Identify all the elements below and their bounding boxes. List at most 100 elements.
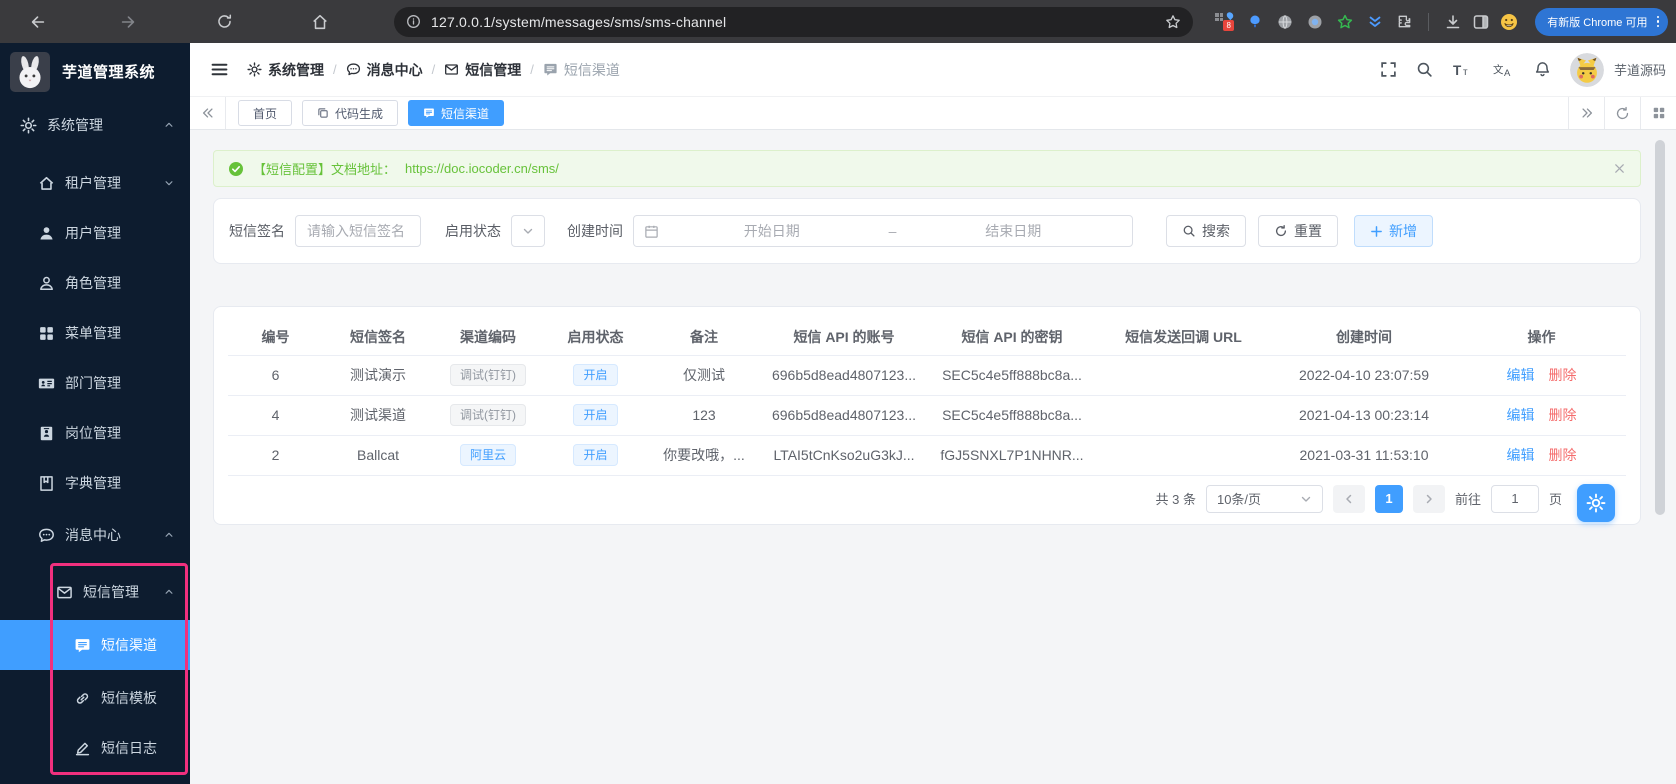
tabs-quick-nav-icon[interactable]: [1640, 97, 1676, 129]
sidebar-item-sms[interactable]: 短信管理: [0, 567, 190, 617]
breadcrumb-item-message-center[interactable]: 消息中心: [346, 60, 423, 80]
tabs-scroll-left-icon[interactable]: [190, 97, 226, 129]
sidebar-item-sms-channel[interactable]: 短信渠道: [0, 620, 190, 670]
sidebar-item-message-center[interactable]: 消息中心: [0, 510, 190, 560]
sidebar-item-sms-log[interactable]: 短信日志: [0, 723, 190, 773]
sidebar-item-post[interactable]: 岗位管理: [0, 408, 190, 458]
cell-api-secret: SEC5c4e5ff888bc8a...: [928, 395, 1096, 436]
sidebar-item-user[interactable]: 用户管理: [0, 208, 190, 258]
sidebar: 芋道管理系统 系统管理租户管理用户管理角色管理 菜单管理 部门管理 岗位管理 字典管理消…: [0, 43, 190, 784]
channel-code-tag: 调试(钉钉): [450, 364, 526, 386]
chrome-update-button[interactable]: 有新版 Chrome 可用: [1535, 7, 1668, 36]
goto-page-input[interactable]: [1490, 484, 1539, 513]
status-tag: 开启: [573, 364, 618, 386]
reset-button[interactable]: 重置: [1258, 215, 1338, 247]
delete-link[interactable]: 删除: [1549, 447, 1577, 463]
tabs-refresh-icon[interactable]: [1604, 97, 1640, 129]
browser-reload-icon[interactable]: [210, 8, 238, 36]
browser-forward-icon[interactable]: [114, 8, 142, 36]
next-page-button[interactable]: [1412, 484, 1445, 513]
search-button-icon: [1182, 224, 1196, 238]
search-button-label: 搜索: [1202, 223, 1230, 239]
start-date-input[interactable]: [663, 223, 881, 239]
extension-double-chevron-icon[interactable]: [1365, 12, 1384, 31]
breadcrumb-item-system[interactable]: 系统管理: [247, 60, 324, 80]
browser-menu-icon[interactable]: [1654, 15, 1663, 28]
alert-doc-link[interactable]: https://doc.iocoder.cn/sms/: [405, 161, 559, 176]
gear-icon: [247, 62, 262, 77]
extension-green-star-icon[interactable]: [1335, 12, 1354, 31]
search-button[interactable]: 搜索: [1166, 215, 1246, 247]
breadcrumb-item-sms[interactable]: 短信管理: [444, 60, 521, 80]
sidebar-item-system[interactable]: 系统管理: [0, 100, 190, 150]
sidebar-item-label: 消息中心: [65, 527, 121, 543]
sidebar-item-tenant[interactable]: 租户管理: [0, 158, 190, 208]
tab-home[interactable]: 首页: [238, 100, 293, 126]
notification-bell-icon[interactable]: [1534, 61, 1551, 78]
site-info-icon[interactable]: [406, 14, 421, 29]
edit-link[interactable]: 编辑: [1507, 447, 1535, 463]
page-size-select[interactable]: 10条/页: [1205, 484, 1323, 513]
app-logo-image: [10, 51, 50, 92]
svg-text:A: A: [1504, 68, 1511, 78]
sidebar-item-dept[interactable]: 部门管理: [0, 358, 190, 408]
cell-sign: Ballcat: [323, 435, 433, 476]
browser-home-icon[interactable]: [306, 8, 334, 36]
username[interactable]: 芋道源码: [1614, 60, 1666, 79]
prev-page-button[interactable]: [1332, 484, 1365, 513]
table-row: 2 Ballcat 阿里云 开启 你要改哦，... LTAI5tCnKso2uG3kJ..…: [228, 435, 1626, 476]
collapse-sidebar-icon[interactable]: [210, 60, 229, 79]
sidebar-item-role[interactable]: 角色管理: [0, 258, 190, 308]
link-icon: [74, 690, 91, 707]
topbar-actions: Tт 文A 芋道源码: [1380, 52, 1666, 87]
user-avatar[interactable]: [1569, 52, 1604, 87]
current-page-button[interactable]: 1: [1374, 484, 1403, 513]
alert-close-icon[interactable]: [1613, 162, 1626, 175]
browser-back-icon[interactable]: [24, 8, 52, 36]
breadcrumb-label: 短信管理: [465, 61, 522, 78]
tab-sms-channel[interactable]: 短信渠道: [408, 100, 505, 126]
svg-text:T: T: [1453, 63, 1462, 78]
search-icon[interactable]: [1416, 61, 1433, 78]
extension-devtools-icon[interactable]: 8: [1215, 10, 1235, 31]
pagination: 共 3 条 10条/页 1 前往 页: [228, 484, 1626, 513]
app-logo[interactable]: 芋道管理系统: [0, 43, 190, 100]
add-button[interactable]: 新增: [1354, 215, 1433, 247]
extension-ring-icon[interactable]: [1305, 12, 1324, 31]
scrollbar[interactable]: [1655, 140, 1665, 515]
font-size-icon[interactable]: Tт: [1452, 62, 1474, 78]
column-header: 编号: [228, 319, 323, 356]
extension-sphere-icon[interactable]: [1275, 12, 1294, 31]
cell-status: 开启: [543, 355, 648, 396]
breadcrumb-item-sms-channel[interactable]: 短信渠道: [543, 60, 620, 80]
extensions-puzzle-icon[interactable]: [1395, 12, 1414, 31]
gear-icon: [20, 116, 37, 134]
column-header: 短信 API 的密钥: [928, 319, 1096, 356]
extensions-row: 8: [1215, 10, 1414, 31]
status-select[interactable]: [511, 215, 545, 247]
extension-balloon-icon[interactable]: [1245, 12, 1264, 31]
sidebar-item-menu[interactable]: 菜单管理: [0, 308, 190, 358]
sidebar-item-sms-template[interactable]: 短信模板: [0, 673, 190, 723]
fullscreen-icon[interactable]: [1380, 61, 1397, 78]
calendar-icon: [644, 224, 659, 239]
sign-input[interactable]: [295, 215, 421, 247]
end-date-input[interactable]: [904, 223, 1123, 239]
table-settings-button[interactable]: [1577, 484, 1615, 522]
edit-link[interactable]: 编辑: [1507, 367, 1535, 383]
language-icon[interactable]: 文A: [1493, 62, 1515, 78]
cell-id: 4: [228, 395, 323, 436]
delete-link[interactable]: 删除: [1549, 367, 1577, 383]
tabs-scroll-right-icon[interactable]: [1568, 97, 1604, 129]
side-panel-icon[interactable]: [1467, 8, 1495, 36]
emoji-extension-icon[interactable]: [1495, 8, 1523, 36]
sidebar-item-label: 用户管理: [65, 225, 121, 241]
edit-link[interactable]: 编辑: [1507, 407, 1535, 423]
sidebar-item-dict[interactable]: 字典管理: [0, 458, 190, 508]
date-range-picker[interactable]: –: [633, 215, 1133, 247]
delete-link[interactable]: 删除: [1549, 407, 1577, 423]
tab-codegen[interactable]: 代码生成: [302, 100, 399, 126]
downloads-icon[interactable]: [1439, 8, 1467, 36]
bookmark-star-icon[interactable]: [1165, 14, 1181, 30]
address-bar[interactable]: 127.0.0.1/system/messages/sms/sms-channe…: [394, 6, 1194, 37]
